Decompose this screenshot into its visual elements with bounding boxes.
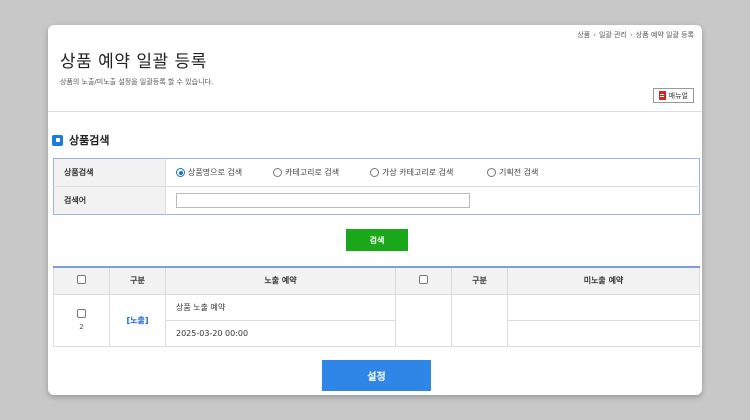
pdf-icon (658, 91, 666, 100)
main-window: 상품 › 일괄 관리 › 상품 예약 일괄 등록 상품 예약 일괄 등록 상품의… (48, 25, 702, 395)
breadcrumb: 상품 › 일괄 관리 › 상품 예약 일괄 등록 (577, 30, 694, 40)
radio-button[interactable] (370, 168, 379, 177)
section-title: 상품검색 (52, 132, 109, 148)
radio-label: 기획전 검색 (499, 168, 539, 177)
radio-button[interactable] (176, 168, 185, 177)
breadcrumb-item-current: 상품 예약 일괄 등록 (635, 31, 694, 39)
keyword-cell (166, 187, 700, 215)
select-all-hide-cell (395, 266, 452, 295)
section-title-label: 상품검색 (69, 134, 110, 147)
search-button[interactable]: 검색 (346, 229, 408, 251)
keyword-row: 검색어 (53, 186, 700, 215)
square-bullet-icon (52, 134, 63, 146)
radio-label: 카테고리로 검색 (285, 168, 340, 177)
hide-reservation-cell (507, 293, 700, 321)
radio-option-virtual-category[interactable]: 가상 카테고리로 검색 (370, 167, 487, 178)
keyword-input[interactable] (176, 193, 470, 208)
select-all-expose-cell (53, 266, 110, 295)
column-header: 노출 예약 (165, 266, 396, 295)
select-all-checkbox[interactable] (77, 275, 86, 285)
keyword-label: 검색어 (53, 186, 166, 215)
chevron-right-icon: › (593, 31, 596, 39)
hide-kind-cell (451, 293, 508, 347)
product-name-cell: 상품 노출 예약 (165, 293, 396, 321)
row-select-cell: 2 (53, 293, 110, 347)
reservation-table: 구분 노출 예약 구분 미노출 예약 2 [노출] 상품 노출 예약 2025-… (53, 266, 700, 347)
row-kind-cell: [노출] (109, 293, 166, 347)
radio-option-promotion[interactable]: 기획전 검색 (487, 167, 538, 178)
page-title: 상품 예약 일괄 등록 (60, 52, 207, 72)
manual-button-label: 매뉴얼 (668, 91, 688, 100)
search-type-label: 상품검색 (53, 158, 166, 187)
page-description: 상품의 노출/미노출 설정을 일괄등록 할 수 있습니다. (60, 78, 214, 86)
apply-button[interactable]: 설정 (322, 360, 431, 391)
chevron-right-icon: › (629, 31, 633, 39)
expose-tag: [노출] (126, 315, 149, 325)
table-header-row: 구분 노출 예약 구분 미노출 예약 (53, 266, 700, 295)
radio-button[interactable] (273, 168, 282, 177)
column-header: 미노출 예약 (507, 266, 700, 295)
radio-option-product-name[interactable]: 상품명으로 검색 (176, 167, 273, 178)
search-type-options: 상품명으로 검색 카테고리로 검색 가상 카테고리로 검색 기획전 검색 (165, 158, 700, 187)
radio-group: 상품명으로 검색 카테고리로 검색 가상 카테고리로 검색 기획전 검색 (166, 167, 699, 178)
search-type-row: 상품검색 상품명으로 검색 카테고리로 검색 가상 카테고리로 검색 기획전 검… (53, 158, 700, 187)
row-number: 2 (79, 323, 84, 331)
row-checkbox[interactable] (77, 309, 86, 318)
radio-button[interactable] (487, 168, 496, 177)
radio-option-category[interactable]: 카테고리로 검색 (273, 167, 370, 178)
radio-label: 가상 카테고리로 검색 (382, 168, 454, 177)
breadcrumb-item[interactable]: 상품 (577, 30, 590, 40)
radio-label: 상품명으로 검색 (188, 168, 243, 177)
column-header: 구분 (451, 266, 508, 295)
manual-button[interactable]: 매뉴얼 (652, 88, 694, 103)
table-row: 2 [노출] 상품 노출 예약 (53, 293, 700, 347)
breadcrumb-item[interactable]: 일괄 관리 (599, 30, 627, 40)
hide-datetime-cell (507, 319, 700, 347)
header-divider (48, 111, 702, 112)
column-header: 구분 (109, 266, 166, 295)
select-all-checkbox[interactable] (419, 275, 428, 285)
datetime-cell: 2025-03-20 00:00 (165, 319, 396, 347)
search-form-table: 상품검색 상품명으로 검색 카테고리로 검색 가상 카테고리로 검색 기획전 검… (53, 158, 700, 215)
hide-select-cell (395, 293, 452, 347)
